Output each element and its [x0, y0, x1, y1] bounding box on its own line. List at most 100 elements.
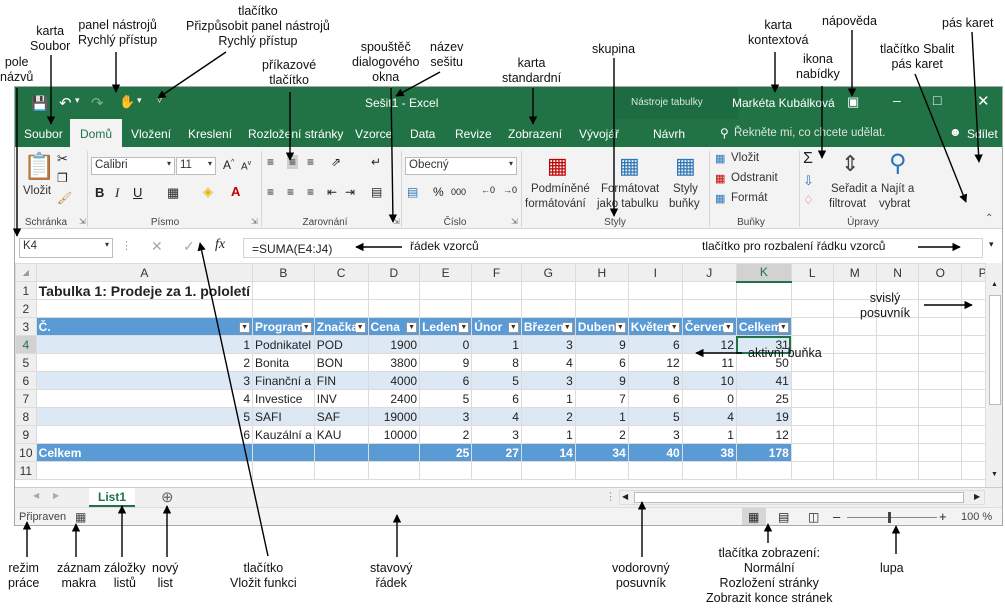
- column-header[interactable]: H: [574, 263, 629, 282]
- cell[interactable]: SAF: [313, 407, 369, 426]
- grow-font-icon[interactable]: A^: [223, 158, 234, 172]
- total-cell[interactable]: 27: [471, 443, 522, 462]
- cell[interactable]: [35, 461, 254, 480]
- cell[interactable]: [35, 299, 254, 318]
- cell[interactable]: 25: [735, 389, 792, 408]
- italic-button[interactable]: I: [115, 185, 119, 201]
- save-icon[interactable]: 💾: [31, 95, 48, 112]
- tab-split-grip-icon[interactable]: ⋮: [605, 490, 616, 503]
- cell[interactable]: 10000: [367, 425, 421, 444]
- tab-soubor[interactable]: Soubor: [24, 127, 63, 141]
- cell[interactable]: [875, 443, 920, 462]
- cell[interactable]: 1: [520, 389, 576, 408]
- align-center-icon[interactable]: ≡: [287, 185, 294, 199]
- number-format-combo[interactable]: Obecný ▾: [405, 157, 517, 175]
- cell[interactable]: INV: [313, 389, 369, 408]
- cell[interactable]: [790, 461, 834, 480]
- cell[interactable]: [790, 443, 834, 462]
- tab-zobrazeni[interactable]: Zobrazení: [508, 127, 562, 141]
- row-header[interactable]: 2: [15, 299, 37, 318]
- row-header[interactable]: 1: [15, 281, 37, 300]
- cell[interactable]: [790, 317, 834, 336]
- cell[interactable]: 4: [471, 407, 522, 426]
- align-middle-icon[interactable]: ≡: [287, 155, 299, 169]
- tab-vzorce[interactable]: Vzorce: [355, 127, 392, 141]
- cell[interactable]: Finanční a: [252, 371, 315, 390]
- total-cell[interactable]: 25: [419, 443, 473, 462]
- page-break-view-icon[interactable]: ◫: [808, 510, 819, 524]
- cell[interactable]: SAFI: [252, 407, 315, 426]
- ribbon-display-options-icon[interactable]: ▣: [847, 94, 859, 110]
- cell[interactable]: [918, 353, 963, 372]
- cell[interactable]: [918, 317, 963, 336]
- tab-rozlozeni-stranky[interactable]: Rozložení stránky: [248, 127, 343, 141]
- row-header[interactable]: 3: [15, 317, 37, 336]
- cond-format-line2[interactable]: formátování: [525, 198, 586, 210]
- fill-icon[interactable]: ⇩: [803, 173, 814, 189]
- zoom-out-icon[interactable]: –: [833, 509, 840, 524]
- cell[interactable]: 3: [35, 371, 254, 390]
- cell[interactable]: [875, 353, 920, 372]
- scroll-down-icon[interactable]: ▼: [991, 471, 998, 478]
- row-header[interactable]: 10: [15, 443, 37, 462]
- page-layout-view-icon[interactable]: ▤: [778, 510, 789, 524]
- collapse-ribbon-icon[interactable]: ⌃: [985, 213, 993, 224]
- format-as-table-icon[interactable]: ▦: [619, 153, 640, 179]
- cell[interactable]: 0: [419, 335, 473, 354]
- cell[interactable]: 8: [627, 371, 683, 390]
- tab-revize[interactable]: Revize: [455, 127, 492, 141]
- table-header-cell[interactable]: ▼ Červen: [681, 317, 737, 336]
- cell[interactable]: [520, 299, 576, 318]
- find-select-line1[interactable]: Najít a: [881, 183, 914, 195]
- font-color-icon[interactable]: A: [231, 184, 240, 199]
- format-painter-icon[interactable]: 🖌: [57, 191, 72, 205]
- cell[interactable]: [918, 407, 963, 426]
- horizontal-scroll-thumb[interactable]: [634, 492, 964, 503]
- cell[interactable]: [471, 299, 522, 318]
- decrease-decimal-icon[interactable]: →0: [503, 185, 517, 195]
- cell[interactable]: 1900: [367, 335, 421, 354]
- column-header[interactable]: N: [875, 263, 920, 282]
- undo-icon[interactable]: ↶: [59, 94, 72, 112]
- column-header[interactable]: M: [832, 263, 877, 282]
- clear-icon[interactable]: ♢: [803, 193, 814, 207]
- column-header[interactable]: A: [35, 263, 254, 282]
- cell[interactable]: 10: [681, 371, 737, 390]
- row-header[interactable]: 6: [15, 371, 37, 390]
- tab-vlozeni[interactable]: Vložení: [131, 127, 171, 141]
- row-header[interactable]: 5: [15, 353, 37, 372]
- cell[interactable]: [875, 389, 920, 408]
- cell[interactable]: 1: [35, 335, 254, 354]
- cell[interactable]: [918, 425, 963, 444]
- total-cell[interactable]: [367, 443, 421, 462]
- cell[interactable]: Kauzální a: [252, 425, 315, 444]
- tab-kresleni[interactable]: Kreslení: [188, 127, 232, 141]
- normal-view-icon[interactable]: ▦: [748, 510, 759, 524]
- cell[interactable]: 19000: [367, 407, 421, 426]
- touch-mode-icon[interactable]: ✋: [119, 94, 135, 110]
- zoom-slider-thumb[interactable]: [888, 512, 891, 523]
- clipboard-launcher-icon[interactable]: ⇲: [79, 217, 86, 226]
- format-cells-button[interactable]: Formát: [731, 192, 767, 204]
- cell[interactable]: 6: [627, 389, 683, 408]
- cell[interactable]: 5: [419, 389, 473, 408]
- cell[interactable]: [471, 281, 522, 300]
- bold-button[interactable]: B: [95, 185, 104, 200]
- cell[interactable]: 3800: [367, 353, 421, 372]
- cell[interactable]: [918, 443, 963, 462]
- cell[interactable]: [419, 299, 473, 318]
- align-top-icon[interactable]: ≡: [267, 155, 274, 169]
- cell[interactable]: [574, 461, 629, 480]
- sort-filter-line1[interactable]: Seřadit a: [831, 183, 877, 195]
- cell[interactable]: [918, 281, 963, 300]
- scroll-left-icon[interactable]: ◀: [622, 492, 628, 501]
- cell[interactable]: 2: [574, 425, 629, 444]
- cell[interactable]: 2: [35, 353, 254, 372]
- orientation-icon[interactable]: ⇗: [331, 155, 341, 169]
- cell[interactable]: [252, 461, 315, 480]
- cell[interactable]: [832, 443, 877, 462]
- sort-filter-line2[interactable]: filtrovat: [829, 198, 866, 210]
- filter-dropdown-icon[interactable]: ▼: [507, 321, 519, 333]
- cell[interactable]: [832, 425, 877, 444]
- cell[interactable]: 9: [419, 353, 473, 372]
